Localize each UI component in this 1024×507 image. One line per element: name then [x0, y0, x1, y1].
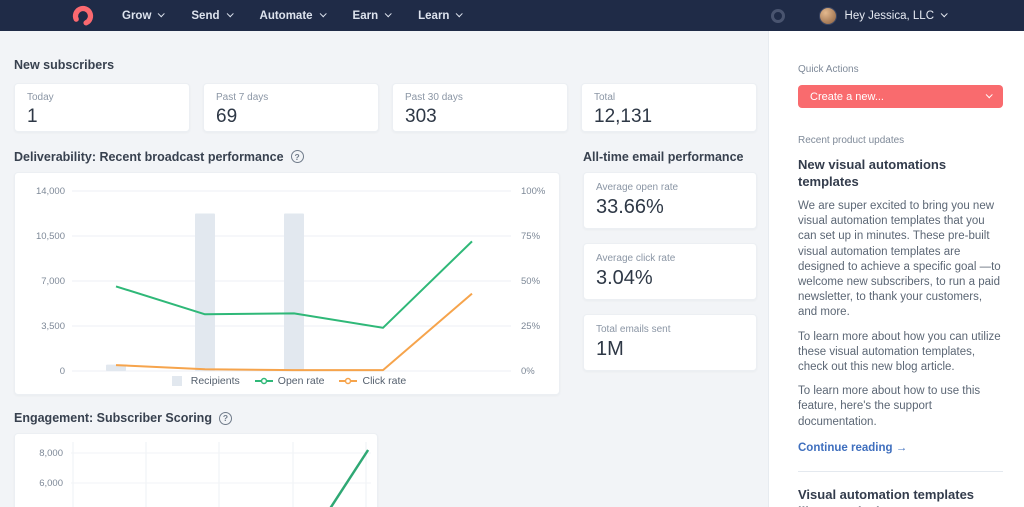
- dashboard-main: New subscribers Today 1 Past 7 days 69 P…: [0, 31, 768, 507]
- stat-label: Average open rate: [596, 182, 744, 193]
- stat-value: 33.66%: [596, 196, 744, 219]
- recipients-bar[interactable]: [284, 214, 304, 372]
- stat-card-total: Total 12,131: [581, 83, 757, 132]
- deliverability-chart-card: 00%3,50025%7,00050%10,50075%14,000100% R…: [14, 172, 560, 395]
- nav-item-label: Send: [191, 10, 219, 22]
- right-axis-tick: 25%: [521, 321, 541, 332]
- stat-label: Past 30 days: [405, 92, 555, 103]
- stat-value: 1: [27, 106, 177, 128]
- y-axis-tick: 8,000: [39, 448, 63, 459]
- update-post-title: Visual automation templates library rede…: [798, 486, 1003, 507]
- legend-item-recipients: Recipients: [168, 375, 240, 387]
- engagement-chart-card: 8,000 6,000: [14, 433, 378, 507]
- stat-value: 69: [216, 106, 366, 128]
- help-icon[interactable]: ?: [219, 412, 232, 425]
- nav-item-earn[interactable]: Earn: [353, 10, 391, 22]
- stat-label: Average click rate: [596, 253, 744, 264]
- top-nav: Grow Send Automate Earn Learn Hey Jessic…: [0, 0, 1024, 31]
- stat-card-open-rate: Average open rate 33.66%: [583, 172, 757, 229]
- stat-card-today: Today 1: [14, 83, 190, 132]
- main-menu: Grow Send Automate Earn Learn: [122, 10, 461, 22]
- legend-item-click-rate: Click rate: [339, 375, 406, 387]
- subscriber-score-line[interactable]: [314, 450, 369, 507]
- chevron-down-icon: [385, 10, 392, 17]
- stat-label: Total: [594, 92, 744, 103]
- account-menu[interactable]: Hey Jessica, LLC: [845, 10, 946, 22]
- chevron-down-icon: [226, 10, 233, 17]
- chart-legend: Recipients Open rate Click rate: [15, 375, 559, 387]
- create-new-button[interactable]: Create a new...: [798, 85, 1003, 108]
- stat-card-click-rate: Average click rate 3.04%: [583, 243, 757, 300]
- left-axis-tick: 7,000: [41, 276, 65, 287]
- update-post-title: New visual automations templates: [798, 156, 1003, 190]
- stat-card-past-30-days: Past 30 days 303: [392, 83, 568, 132]
- engagement-title: Engagement: Subscriber Scoring: [14, 411, 212, 425]
- right-axis-tick: 75%: [521, 231, 541, 242]
- account-name: Hey Jessica, LLC: [845, 10, 934, 22]
- stat-card-emails-sent: Total emails sent 1M: [583, 314, 757, 371]
- right-sidebar: Quick Actions Create a new... Recent pro…: [768, 31, 1024, 507]
- deliverability-title: Deliverability: Recent broadcast perform…: [14, 150, 284, 164]
- engagement-chart[interactable]: 8,000 6,000: [15, 434, 379, 507]
- nav-item-send[interactable]: Send: [191, 10, 231, 22]
- chevron-down-icon: [941, 10, 948, 17]
- legend-marker-icon: [339, 376, 357, 386]
- recent-updates-label: Recent product updates: [798, 135, 1003, 146]
- nav-item-label: Grow: [122, 10, 151, 22]
- alltime-title: All-time email performance: [583, 149, 757, 164]
- stat-value: 1M: [596, 338, 744, 361]
- nav-item-label: Earn: [353, 10, 379, 22]
- y-axis-tick: 6,000: [39, 478, 63, 489]
- left-axis-tick: 3,500: [41, 321, 65, 332]
- divider: [798, 471, 1003, 472]
- new-subscribers-title: New subscribers: [14, 58, 757, 72]
- nav-item-label: Automate: [260, 10, 313, 22]
- new-subscribers-stats: Today 1 Past 7 days 69 Past 30 days 303 …: [14, 83, 757, 132]
- left-axis-tick: 14,000: [36, 186, 65, 197]
- legend-label: Open rate: [278, 375, 325, 387]
- continue-reading-link[interactable]: Continue reading →: [798, 442, 907, 454]
- left-axis-tick: 10,500: [36, 231, 65, 242]
- recipients-bar[interactable]: [195, 214, 215, 372]
- product-updates-ring-icon[interactable]: [771, 9, 785, 23]
- stat-label: Today: [27, 92, 177, 103]
- avatar[interactable]: [819, 7, 837, 25]
- stat-value: 303: [405, 106, 555, 128]
- chevron-down-icon: [319, 10, 326, 17]
- create-new-label: Create a new...: [810, 91, 884, 103]
- legend-label: Click rate: [362, 375, 406, 387]
- quick-actions-label: Quick Actions: [798, 64, 859, 75]
- nav-item-label: Learn: [418, 10, 449, 22]
- deliverability-chart[interactable]: 00%3,50025%7,00050%10,50075%14,000100%: [15, 173, 561, 396]
- right-axis-tick: 100%: [521, 186, 546, 197]
- update-post-paragraph: We are super excited to bring you new vi…: [798, 199, 1003, 321]
- chevron-down-icon: [158, 10, 165, 17]
- nav-right-group: Hey Jessica, LLC: [771, 7, 946, 25]
- nav-item-learn[interactable]: Learn: [418, 10, 461, 22]
- chevron-down-icon: [986, 91, 993, 98]
- legend-item-open-rate: Open rate: [255, 375, 325, 387]
- stat-value: 3.04%: [596, 267, 744, 290]
- legend-label: Recipients: [191, 375, 240, 387]
- stat-label: Total emails sent: [596, 324, 744, 335]
- stat-value: 12,131: [594, 106, 744, 128]
- stat-label: Past 7 days: [216, 92, 366, 103]
- legend-marker-icon: [255, 376, 273, 386]
- legend-marker-icon: [168, 376, 186, 386]
- chevron-down-icon: [456, 10, 463, 17]
- nav-item-grow[interactable]: Grow: [122, 10, 163, 22]
- stat-card-past-7-days: Past 7 days 69: [203, 83, 379, 132]
- nav-item-automate[interactable]: Automate: [260, 10, 325, 22]
- update-post-paragraph: To learn more about how to use this feat…: [798, 384, 1003, 430]
- update-post-paragraph: To learn more about how you can utilize …: [798, 330, 1003, 376]
- help-icon[interactable]: ?: [291, 150, 304, 163]
- right-axis-tick: 50%: [521, 276, 541, 287]
- convertkit-logo-icon[interactable]: [70, 3, 96, 29]
